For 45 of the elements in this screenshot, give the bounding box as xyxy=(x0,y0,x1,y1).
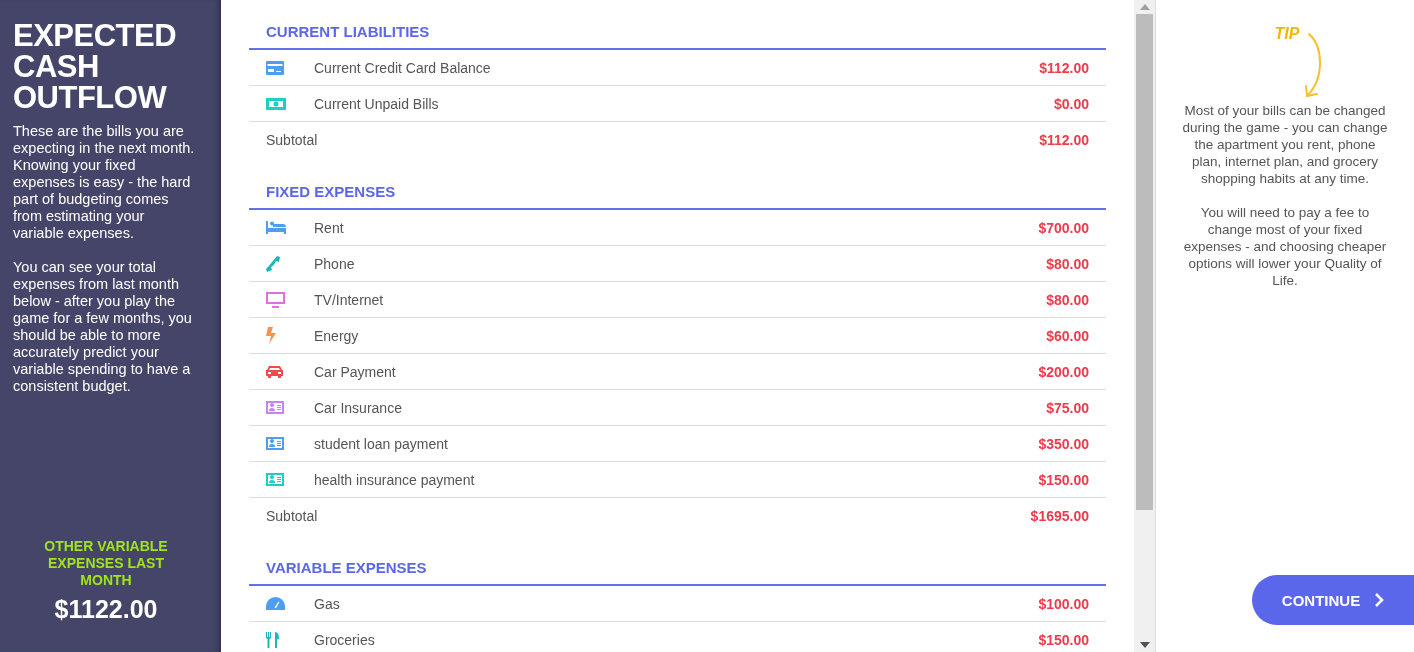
expense-name: TV/Internet xyxy=(314,291,385,308)
section-title: FIXED EXPENSES xyxy=(266,183,396,200)
expense-amount: $75.00 xyxy=(1046,399,1089,416)
scroll-up-icon[interactable] xyxy=(1139,4,1150,10)
page-title: EXPECTED CASH OUTFLOW xyxy=(13,20,178,113)
expense-name: Current Unpaid Bills xyxy=(314,95,440,112)
expense-name: Car Insurance xyxy=(314,399,403,416)
stat-label: OTHER VARIABLE EXPENSES LAST MONTH xyxy=(43,538,169,589)
expense-amount: $80.00 xyxy=(1046,255,1089,272)
subtotal-label: Subtotal xyxy=(266,132,319,148)
description-text: You can see your total expenses from last month below - after you play the game for a few months, you should be able to more accurately predict your variable spending to have a consistent budget. xyxy=(13,259,193,395)
expense-amount: $0.00 xyxy=(1053,95,1089,112)
tip-text: You will need to pay a fee to change most of your fixed expenses - and choosing cheaper options will lower your Quality of Life. xyxy=(1182,204,1388,289)
expense-name: Current Credit Card Balance xyxy=(314,59,492,76)
expense-amount: $200.00 xyxy=(1038,363,1089,380)
chevron-right-icon xyxy=(1374,593,1385,607)
expense-name: Car Payment xyxy=(314,363,397,380)
expense-name: Energy xyxy=(314,327,360,344)
expense-amount: $350.00 xyxy=(1038,435,1089,452)
subtotal-amount: $112.00 xyxy=(1039,132,1089,148)
section-title: CURRENT LIABILITIES xyxy=(266,23,430,40)
expense-amount: $60.00 xyxy=(1046,327,1089,344)
expense-name: student loan payment xyxy=(314,435,449,452)
expense-name: Phone xyxy=(314,255,356,272)
scrollbar-thumb[interactable] xyxy=(1136,14,1153,510)
expense-name: Rent xyxy=(314,219,345,236)
tip-text: Most of your bills can be changed during the game - you can change the apartment you rent, phone plan, internet plan, and grocery shopping habits at any time. xyxy=(1181,102,1389,187)
subtotal-amount: $1695.00 xyxy=(1030,508,1089,524)
expense-name: Groceries xyxy=(314,631,376,648)
expense-name: Gas xyxy=(314,595,341,612)
expense-amount: $150.00 xyxy=(1038,471,1089,488)
expense-amount: $100.00 xyxy=(1038,595,1089,612)
stat-value: $1122.00 xyxy=(53,595,159,624)
section-title: VARIABLE EXPENSES xyxy=(266,559,427,576)
subtotal-label: Subtotal xyxy=(266,508,319,524)
tip-label: TIP xyxy=(1274,25,1300,43)
expense-amount: $112.00 xyxy=(1039,59,1089,76)
expense-amount: $700.00 xyxy=(1038,219,1089,236)
expense-amount: $80.00 xyxy=(1046,291,1089,308)
continue-button[interactable]: CONTINUE xyxy=(1252,575,1414,625)
expense-amount: $150.00 xyxy=(1038,631,1089,648)
expense-name: health insurance payment xyxy=(314,471,476,488)
scroll-down-icon[interactable] xyxy=(1139,642,1150,648)
scrollbar[interactable] xyxy=(1134,0,1156,652)
description-text: These are the bills you are expecting in the next month. Knowing your fixed expenses is easy - the hard part of budgeting comes from estimating your variable expenses. xyxy=(13,123,196,242)
